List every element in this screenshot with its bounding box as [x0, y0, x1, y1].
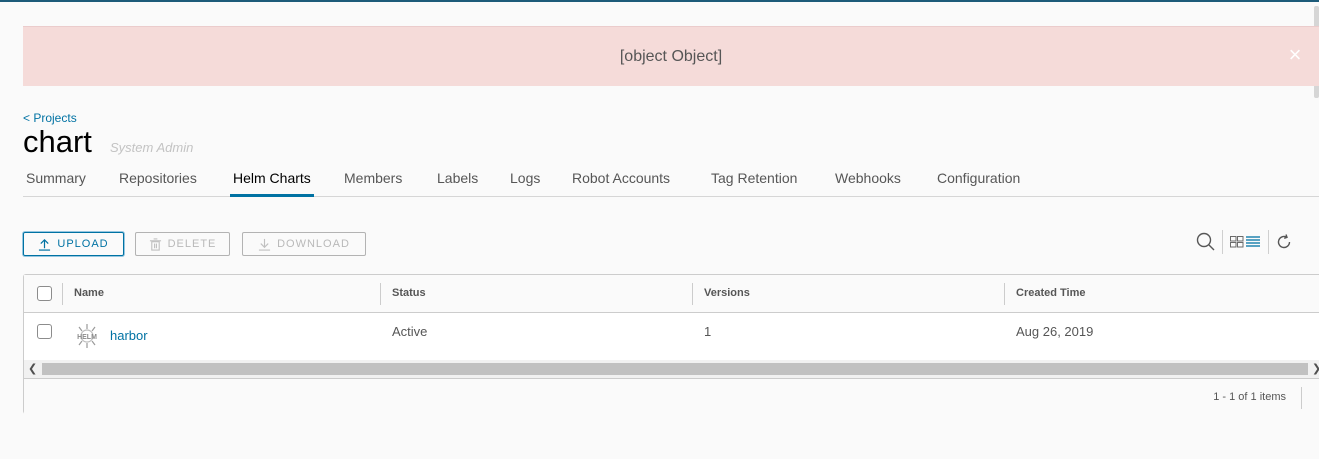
- alert-message: [object Object]: [619, 47, 723, 65]
- column-header-created-time[interactable]: Created Time: [1016, 275, 1086, 312]
- project-tabs: Summary Repositories Helm Charts Members…: [23, 166, 1319, 197]
- svg-text:HELM: HELM: [77, 334, 97, 341]
- tab-members[interactable]: Members: [341, 166, 405, 197]
- error-alert: [object Object] ×: [23, 26, 1319, 86]
- scroll-left-icon[interactable]: ❮: [28, 362, 37, 375]
- search-icon[interactable]: [1196, 232, 1216, 252]
- download-button[interactable]: DOWNLOAD: [242, 232, 366, 256]
- toolbar-divider: [1222, 230, 1223, 254]
- column-header-status[interactable]: Status: [392, 275, 426, 312]
- column-separator[interactable]: [1004, 283, 1005, 305]
- tab-tag-retention[interactable]: Tag Retention: [708, 166, 800, 197]
- trash-icon: [149, 237, 161, 251]
- download-label: DOWNLOAD: [277, 238, 350, 250]
- list-view-icon[interactable]: [1246, 232, 1260, 252]
- table-row: HELM harbor Active 1 Aug 26, 2019: [24, 313, 1319, 359]
- tab-repositories[interactable]: Repositories: [116, 166, 200, 197]
- card-view-icon[interactable]: [1230, 232, 1244, 252]
- pagination-description: 1 - 1 of 1 items: [1213, 391, 1286, 403]
- grid-footer: 1 - 1 of 1 items: [24, 378, 1319, 414]
- upload-label: UPLOAD: [57, 238, 109, 250]
- scrollbar-thumb[interactable]: [42, 363, 1308, 375]
- tab-configuration[interactable]: Configuration: [934, 166, 1023, 197]
- close-icon[interactable]: ×: [1285, 44, 1305, 66]
- footer-divider: [1301, 387, 1302, 409]
- select-all-checkbox[interactable]: [37, 286, 52, 301]
- tab-summary[interactable]: Summary: [23, 166, 89, 197]
- column-separator[interactable]: [380, 283, 381, 305]
- tab-webhooks[interactable]: Webhooks: [832, 166, 904, 197]
- helm-charts-grid: Name Status Versions Created Time HELM h…: [23, 274, 1319, 414]
- column-header-name[interactable]: Name: [74, 275, 104, 312]
- delete-button[interactable]: DELETE: [135, 232, 230, 256]
- toolbar-divider-2: [1268, 230, 1269, 254]
- column-separator[interactable]: [692, 283, 693, 305]
- column-header-versions[interactable]: Versions: [704, 275, 750, 312]
- row-checkbox[interactable]: [37, 324, 52, 339]
- horizontal-scrollbar[interactable]: ❮ ❯: [24, 360, 1319, 378]
- helm-icon: HELM: [74, 323, 100, 349]
- refresh-icon[interactable]: [1276, 232, 1292, 252]
- tab-helm-charts[interactable]: Helm Charts: [230, 166, 314, 197]
- chart-created-time: Aug 26, 2019: [1016, 324, 1094, 339]
- tab-logs[interactable]: Logs: [507, 166, 543, 197]
- page-title: chart: [23, 124, 92, 159]
- delete-label: DELETE: [167, 238, 217, 250]
- chart-name-link[interactable]: harbor: [110, 328, 148, 343]
- breadcrumb-projects[interactable]: < Projects: [23, 111, 77, 125]
- chart-status: Active: [392, 324, 428, 339]
- download-icon: [259, 238, 271, 251]
- grid-header: Name Status Versions Created Time: [24, 275, 1319, 313]
- tab-labels[interactable]: Labels: [434, 166, 481, 197]
- upload-icon: [39, 238, 51, 251]
- upload-button[interactable]: UPLOAD: [23, 232, 124, 256]
- column-separator: [62, 283, 63, 305]
- role-label: System Admin: [110, 140, 194, 155]
- top-header-bar: [0, 0, 1319, 2]
- tab-robot-accounts[interactable]: Robot Accounts: [569, 166, 673, 197]
- scroll-right-icon[interactable]: ❯: [1312, 362, 1319, 375]
- chart-versions: 1: [704, 324, 712, 339]
